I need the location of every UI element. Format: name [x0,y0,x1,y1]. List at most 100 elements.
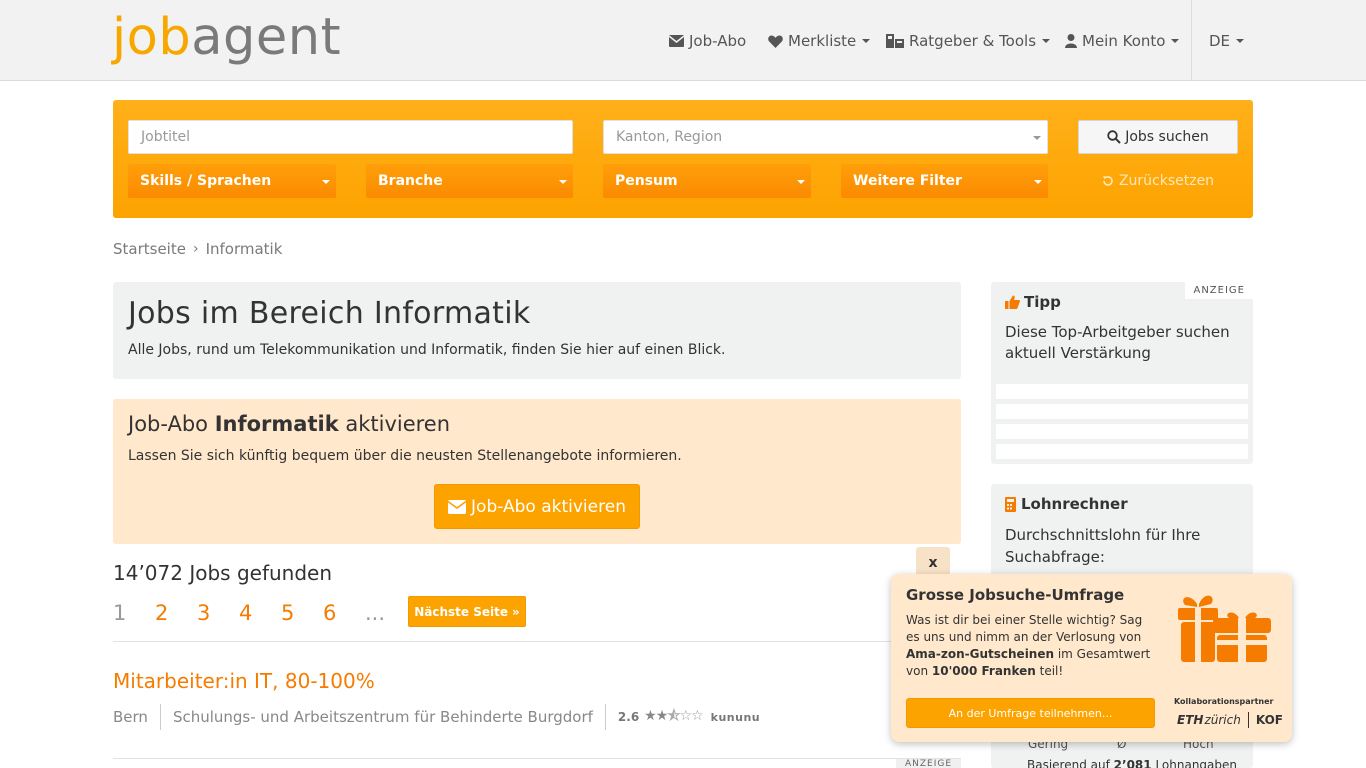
region-select[interactable]: Kanton, Region [603,120,1048,154]
nav-merkliste[interactable]: Merkliste [768,30,871,52]
divider [113,758,961,759]
page-link[interactable]: 6 [323,601,365,625]
envelope-icon [448,499,467,514]
language-switcher[interactable]: DE [1209,30,1245,52]
filter-branche[interactable]: Branche [366,164,573,198]
job-abo-title: Job-Abo Informatik aktivieren [128,411,946,437]
tip-box: ANZEIGE Tipp Diese Top-Arbeitgeber suche… [991,282,1253,464]
filter-label: Skills / Sprachen [140,173,272,189]
chevron-down-icon [322,180,330,184]
language-label: DE [1209,32,1231,50]
nav-job-abo[interactable]: Job-Abo [669,30,746,52]
breadcrumb-home[interactable]: Startseite [113,240,186,258]
filter-label: Pensum [615,173,678,189]
job-abo-title-post: aktivieren [338,412,451,436]
lohnrechner-heading: Lohnrechner [1005,495,1128,513]
job-location: Bern [113,708,148,726]
job-abo-title-bold: Informatik [214,412,339,436]
logo[interactable]: jobagent [112,8,341,68]
search-button[interactable]: Jobs suchen [1078,120,1238,154]
job-abo-button[interactable]: Job-Abo aktivieren [434,484,640,529]
filter-label: Weitere Filter [853,173,962,189]
job-abo-text: Lassen Sie sich künftig bequem über die … [128,448,682,464]
chevron-down-icon [1034,180,1042,184]
filter-pensum[interactable]: Pensum [603,164,811,198]
page-link[interactable]: 2 [155,601,197,625]
nav-mein-konto[interactable]: Mein Konto [1065,30,1180,52]
nav-merkliste-label: Merkliste [788,32,857,50]
kof-logo: KOF [1255,713,1283,727]
rating-value: 2.6 [617,710,640,724]
job-abo-title-pre: Job-Abo [128,412,215,436]
page-link[interactable]: 5 [281,601,323,625]
employer-placeholder[interactable] [996,424,1248,439]
chevron-down-icon [1033,136,1041,140]
chevron-down-icon [1236,39,1245,43]
divider [1247,712,1249,728]
filter-weitere[interactable]: Weitere Filter [841,164,1048,198]
next-page-button[interactable]: Nächste Seite » [408,596,526,627]
collab-label: Kollaborationspartner [1174,697,1274,706]
job-title-link[interactable]: Mitarbeiter:in IT, 80-100% [113,669,375,693]
filter-skills-sprachen[interactable]: Skills / Sprachen [128,164,336,198]
search-button-label: Jobs suchen [1125,129,1209,145]
popup-text-1: Was ist dir bei einer Stelle wichtig? Sa… [906,613,1143,644]
rating-stars-icon: ★★⯪☆☆ [644,708,703,724]
nav-ratgeber[interactable]: Ratgeber & Tools [886,30,1051,52]
jobtitel-input[interactable]: Jobtitel [128,120,573,154]
chevron-down-icon [797,180,805,184]
tip-title: Tipp [1024,293,1061,311]
employer-placeholder[interactable] [996,404,1248,419]
region-placeholder: Kanton, Region [616,129,723,145]
filter-label: Branche [378,173,443,189]
salary-basis-pre: Basierend auf [1027,758,1114,768]
user-icon [1065,34,1077,48]
ad-label: ANZEIGE [896,759,961,768]
chevron-down-icon [559,180,567,184]
thumbs-up-icon [1005,295,1020,309]
chevron-right-icon: › [192,241,199,257]
nav-divider [1191,0,1192,80]
lohnrechner-text: Durchschnittslohn für Ihre Suchabfrage: [1005,526,1201,566]
search-icon [1107,130,1121,144]
job-abo-button-label: Job-Abo aktivieren [471,496,626,517]
popup-text-bold-1: Ama-zon-Gutscheinen [906,647,1055,661]
intro-panel: Jobs im Bereich Informatik Alle Jobs, ru… [113,282,961,379]
results-count: 14’072 Jobs gefunden [113,561,333,585]
page-ellipsis: ... [365,601,386,625]
employer-placeholder[interactable] [996,444,1248,459]
breadcrumb: Startseite › Informatik [113,240,282,258]
popup-title: Grosse Jobsuche-Umfrage [906,586,1125,604]
chevron-down-icon [862,39,871,43]
double-chevron-right-icon: » [512,604,520,619]
salary-basis-post: Lohnangaben [1151,758,1238,768]
lohnrechner-title: Lohnrechner [1021,495,1128,513]
page-link[interactable]: 3 [197,601,239,625]
tip-heading: Tipp [1005,293,1061,311]
survey-button[interactable]: An der Umfrage teilnehmen... [906,698,1155,728]
logo-agent: agent [191,8,342,67]
eth-logo-suffix: zürich [1204,713,1241,727]
tip-text: Diese Top-Arbeitgeber suchen aktuell Ver… [1005,323,1230,362]
job-rating[interactable]: 2.6 ★★⯪☆☆ kununu [618,705,760,729]
page-link[interactable]: 4 [239,601,281,625]
header: jobagent Job-Abo Merkliste Ratgeber & To… [0,0,1366,81]
search-panel: Jobtitel Kanton, Region Jobs suchen Skil… [113,100,1253,218]
reset-label: Zurücksetzen [1118,173,1215,189]
eth-logo: ETH [1177,713,1204,727]
breadcrumb-current[interactable]: Informatik [206,240,283,258]
page-link-current[interactable]: 1 [113,601,155,625]
employer-placeholder[interactable] [996,384,1248,399]
nav-ratgeber-label: Ratgeber & Tools [909,32,1037,50]
job-company[interactable]: Schulungs- und Arbeitszentrum für Behind… [173,708,593,726]
pagination: 1 2 3 4 5 6 ... [113,598,407,628]
job-abo-panel: Job-Abo Informatik aktivieren Lassen Sie… [113,399,961,544]
kununu-logo: kununu [710,710,761,724]
tools-icon [886,34,904,48]
heart-icon [768,35,783,48]
logo-job: job [112,8,192,67]
undo-icon [1102,176,1113,186]
reset-button[interactable]: Zurücksetzen [1078,164,1238,198]
ad-label: ANZEIGE [1185,282,1253,299]
divider [604,704,606,730]
